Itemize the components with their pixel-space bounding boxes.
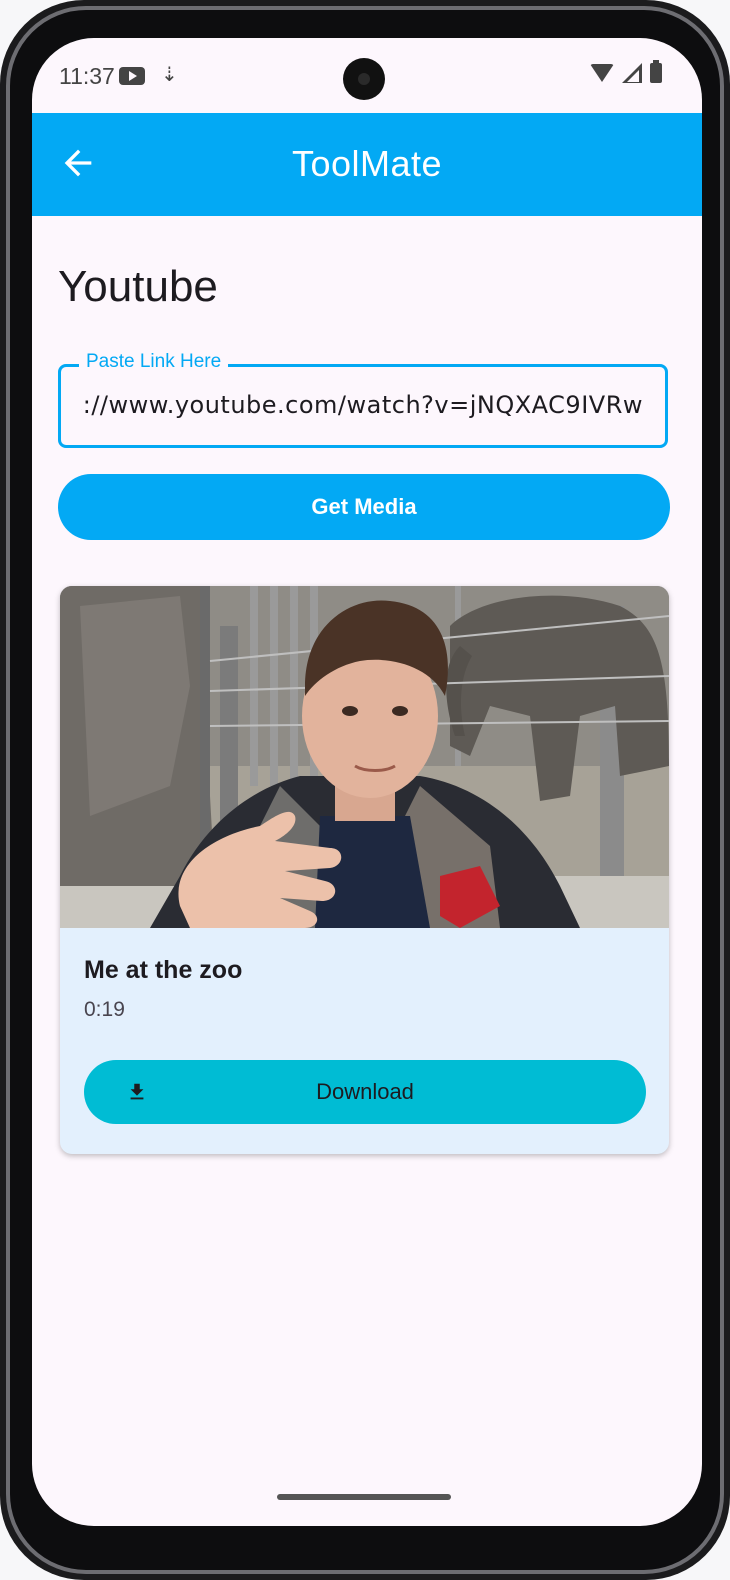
link-field[interactable]: Paste Link Here https://www.youtube.com/… [58, 351, 668, 448]
link-field-label: Paste Link Here [79, 351, 229, 373]
signal-icon [622, 63, 642, 83]
status-time: 11:37 [59, 63, 115, 89]
video-title: Me at the zoo [84, 956, 243, 984]
download-label: Download [316, 1079, 414, 1104]
front-camera [343, 58, 385, 100]
get-media-button[interactable]: Get Media [58, 474, 670, 540]
download-button[interactable]: Download [84, 1060, 646, 1124]
media-card: Me at the zoo 0:19 Download [60, 586, 669, 1154]
video-duration: 0:19 [84, 998, 125, 1021]
screen: 11:37 ⇣ ToolMate Youtube Paste Link Here… [32, 38, 702, 1526]
app-bar: ToolMate [32, 113, 702, 216]
device-frame: 11:37 ⇣ ToolMate Youtube Paste Link Here… [0, 0, 730, 1580]
app-title: ToolMate [291, 143, 443, 184]
video-thumbnail [60, 586, 669, 928]
home-indicator[interactable] [277, 1494, 451, 1500]
download-notification-icon: ⇣ [161, 64, 178, 86]
status-icons [590, 60, 662, 83]
wifi-icon [590, 64, 614, 82]
battery-icon [650, 60, 662, 83]
link-input[interactable]: https://www.youtube.com/watch?v=jNQXAC9I… [81, 383, 643, 427]
status-bar: 11:37 ⇣ [32, 38, 702, 114]
page-title: Youtube [58, 262, 218, 311]
youtube-notification-icon [119, 67, 145, 85]
